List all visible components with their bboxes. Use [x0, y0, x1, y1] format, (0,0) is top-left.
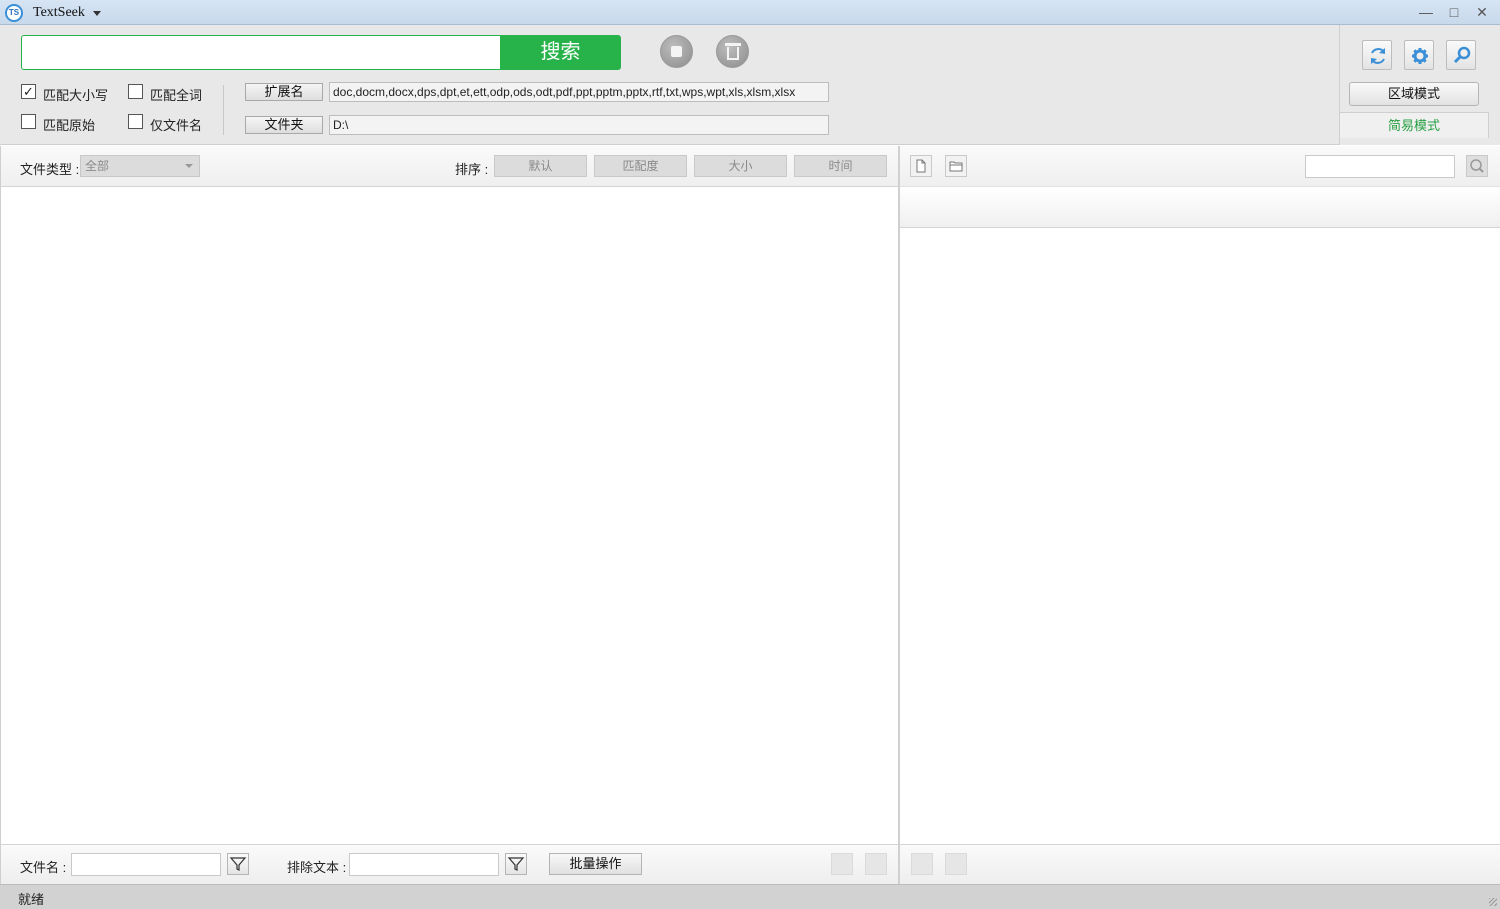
- divider: [223, 85, 224, 135]
- search-icon: [1470, 159, 1484, 173]
- funnel-icon: [229, 857, 247, 871]
- folder-field[interactable]: D:\: [329, 115, 829, 135]
- folder-button[interactable]: 文件夹: [245, 116, 323, 134]
- app-menu-chevron-down-icon[interactable]: [93, 11, 101, 16]
- folder-icon: [949, 161, 963, 172]
- match-raw-checkbox[interactable]: [21, 114, 36, 129]
- open-file-button[interactable]: [910, 155, 932, 177]
- preview-search-button[interactable]: [1466, 155, 1488, 177]
- sort-size-button[interactable]: 大小: [694, 155, 787, 177]
- find-button[interactable]: [1446, 40, 1476, 70]
- file-type-value: 全部: [85, 159, 110, 173]
- next-match-button[interactable]: [945, 853, 967, 875]
- results-list[interactable]: [0, 187, 898, 844]
- resize-grip-icon[interactable]: [1489, 898, 1497, 906]
- extensions-field[interactable]: doc,docm,docx,dps,dpt,et,ett,odp,ods,odt…: [329, 82, 829, 102]
- maximize-button[interactable]: □: [1443, 3, 1465, 21]
- sort-label: 排序 :: [455, 162, 489, 177]
- chevron-down-icon: [185, 164, 193, 168]
- stop-button[interactable]: [660, 35, 693, 68]
- status-text: 就绪: [18, 892, 45, 907]
- sort-default-button[interactable]: 默认: [494, 155, 587, 177]
- sort-relevance-button[interactable]: 匹配度: [594, 155, 687, 177]
- match-case-label: 匹配大小写: [43, 88, 109, 103]
- match-whole-word-label: 匹配全词: [150, 88, 203, 103]
- title-bar: [0, 0, 1500, 25]
- stop-icon: [671, 46, 682, 57]
- filename-filter-label: 文件名 :: [20, 860, 67, 875]
- funnel-icon: [507, 857, 525, 871]
- status-bar: [0, 884, 1500, 909]
- sort-time-button[interactable]: 时间: [794, 155, 887, 177]
- refresh-icon: [1371, 48, 1385, 64]
- match-case-checkbox[interactable]: ✓: [21, 84, 36, 99]
- pane-splitter[interactable]: [898, 146, 900, 884]
- exclude-text-input[interactable]: [349, 853, 499, 876]
- exclude-text-label: 排除文本 :: [287, 860, 347, 875]
- filename-filter-button[interactable]: [227, 853, 249, 875]
- close-button[interactable]: ✕: [1471, 3, 1493, 21]
- preview-header: [899, 187, 1500, 228]
- filename-only-label: 仅文件名: [150, 118, 203, 133]
- filename-only-checkbox[interactable]: [128, 114, 143, 129]
- expand-all-button[interactable]: [831, 853, 853, 875]
- preview-footer: [900, 844, 1500, 884]
- file-type-select[interactable]: 全部: [80, 155, 200, 177]
- collapse-all-button[interactable]: [865, 853, 887, 875]
- refresh-button[interactable]: [1362, 40, 1392, 70]
- previous-match-button[interactable]: [911, 853, 933, 875]
- search-button[interactable]: 搜索: [500, 35, 621, 70]
- app-title[interactable]: TextSeek: [33, 5, 85, 21]
- batch-operation-button[interactable]: 批量操作: [549, 853, 642, 875]
- exclude-filter-button[interactable]: [505, 853, 527, 875]
- trash-icon: [725, 43, 741, 60]
- area-mode-button[interactable]: 区域模式: [1349, 82, 1479, 106]
- preview-pane[interactable]: [899, 228, 1500, 844]
- match-whole-word-checkbox[interactable]: [128, 84, 143, 99]
- magnifier-icon: [1453, 46, 1471, 64]
- search-input[interactable]: [21, 35, 501, 70]
- simple-mode-tab[interactable]: 简易模式: [1339, 112, 1489, 138]
- minimize-button[interactable]: —: [1415, 3, 1437, 21]
- file-icon: [916, 159, 926, 173]
- settings-button[interactable]: [1404, 40, 1434, 70]
- app-logo-icon: TS: [5, 4, 23, 22]
- clear-button[interactable]: [716, 35, 749, 68]
- match-raw-label: 匹配原始: [43, 118, 96, 133]
- extensions-button[interactable]: 扩展名: [245, 83, 323, 101]
- file-type-label: 文件类型 :: [20, 162, 80, 177]
- gear-icon: [1412, 48, 1428, 64]
- filename-filter-input[interactable]: [71, 853, 221, 876]
- preview-search-input[interactable]: [1305, 155, 1455, 178]
- open-folder-button[interactable]: [945, 155, 967, 177]
